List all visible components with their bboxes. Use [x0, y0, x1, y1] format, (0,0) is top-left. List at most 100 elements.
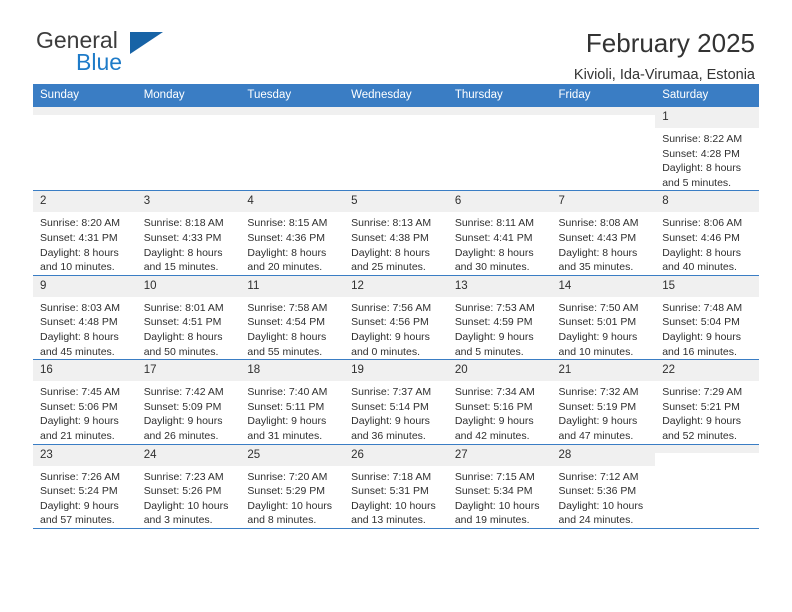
day-details: Sunrise: 7:12 AM Sunset: 5:36 PM Daylight:… — [552, 466, 656, 528]
daylight-text-line2: and 30 minutes. — [454, 261, 530, 274]
calendar-day-cell[interactable]: 4 Sunrise: 8:15 AM Sunset: 4:36 PM Daylight… — [240, 190, 345, 276]
sunset-text: Sunset: 4:59 PM — [454, 316, 533, 329]
day-details: Sunrise: 7:37 AM Sunset: 5:14 PM Daylight:… — [344, 381, 448, 443]
title-block: February 2025 Kivioli, Ida-Virumaa, Esto… — [574, 28, 759, 85]
calendar-day-cell[interactable]: 19 Sunrise: 7:37 AM Sunset: 5:14 PM Dayligh… — [344, 359, 448, 445]
calendar-day-cell[interactable]: 7 Sunrise: 8:08 AM Sunset: 4:43 PM Daylight… — [551, 190, 656, 276]
daylight-text-line2: and 50 minutes. — [143, 345, 219, 358]
daylight-text-line2: and 42 minutes. — [454, 429, 530, 442]
daylight-text-line2: and 26 minutes. — [143, 429, 219, 442]
daylight-text-line2: and 16 minutes. — [662, 345, 737, 358]
sunrise-text: Sunrise: 8:01 AM — [143, 301, 224, 314]
sunset-text: Sunset: 5:29 PM — [247, 485, 326, 498]
day-details: Sunrise: 7:18 AM Sunset: 5:31 PM Daylight:… — [344, 466, 448, 528]
calendar-day-cell[interactable]: 12 Sunrise: 7:56 AM Sunset: 4:56 PM Dayligh… — [344, 275, 448, 361]
day-details: Sunrise: 7:26 AM Sunset: 5:24 PM Daylight:… — [33, 466, 137, 528]
daylight-text-line1: Daylight: 8 hours — [40, 246, 119, 259]
daylight-text-line1: Daylight: 8 hours — [247, 246, 327, 259]
daylight-text-line2: and 52 minutes. — [662, 429, 737, 442]
day-number: 12 — [344, 275, 448, 297]
calendar-cell-empty — [240, 107, 345, 192]
day-number: 17 — [136, 360, 241, 382]
calendar-day-cell[interactable]: 10 Sunrise: 8:01 AM Sunset: 4:51 PM Dayligh… — [136, 275, 241, 361]
weekday-header-saturday: Saturday — [655, 84, 759, 107]
calendar-day-cell[interactable]: 16 Sunrise: 7:45 AM Sunset: 5:06 PM Dayligh… — [33, 359, 137, 445]
day-details: Sunrise: 7:40 AM Sunset: 5:11 PM Daylight:… — [240, 381, 344, 443]
daylight-text-line1: Daylight: 8 hours — [143, 330, 223, 343]
sunset-text: Sunset: 5:06 PM — [40, 400, 118, 413]
calendar-day-cell[interactable]: 27 Sunrise: 7:15 AM Sunset: 5:34 PM Dayligh… — [447, 444, 552, 529]
day-details: Sunrise: 7:50 AM Sunset: 5:01 PM Daylight:… — [552, 297, 656, 359]
sunset-text: Sunset: 5:01 PM — [558, 316, 637, 329]
calendar-day-cell[interactable]: 13 Sunrise: 7:53 AM Sunset: 4:59 PM Dayligh… — [447, 275, 552, 361]
calendar-day-cell[interactable]: 8 Sunrise: 8:06 AM Sunset: 4:46 PM Daylight… — [655, 190, 759, 276]
calendar-day-cell[interactable]: 6 Sunrise: 8:11 AM Sunset: 4:41 PM Daylight… — [447, 190, 552, 276]
calendar-day-cell[interactable]: 24 Sunrise: 7:23 AM Sunset: 5:26 PM Dayligh… — [136, 444, 241, 529]
calendar-day-cell[interactable]: 2 Sunrise: 8:20 AM Sunset: 4:31 PM Daylight… — [33, 190, 137, 276]
calendar-day-cell[interactable]: 21 Sunrise: 7:32 AM Sunset: 5:19 PM Dayligh… — [551, 359, 656, 445]
calendar-day-cell[interactable]: 1 Sunrise: 8:22 AM Sunset: 4:28 PM Daylight… — [655, 107, 759, 192]
daylight-text-line2: and 24 minutes. — [558, 514, 634, 527]
calendar-day-cell[interactable]: 11 Sunrise: 7:58 AM Sunset: 4:54 PM Dayligh… — [240, 275, 345, 361]
sunset-text: Sunset: 5:11 PM — [247, 400, 325, 413]
daylight-text-line2: and 0 minutes. — [351, 345, 420, 358]
day-number: 4 — [240, 191, 345, 213]
daylight-text-line1: Daylight: 8 hours — [143, 246, 223, 259]
daylight-text-line2: and 15 minutes. — [143, 261, 219, 274]
sunrise-text: Sunrise: 7:34 AM — [454, 386, 535, 399]
daylight-text-line1: Daylight: 9 hours — [454, 330, 534, 343]
daylight-text-line1: Daylight: 9 hours — [351, 330, 430, 343]
daylight-text-line1: Daylight: 10 hours — [143, 499, 229, 512]
day-number: 21 — [551, 360, 656, 382]
calendar-header-row: Sunday Monday Tuesday Wednesday Thursday… — [33, 84, 759, 107]
brand-logo[interactable]: General Blue — [33, 28, 266, 74]
sunrise-text: Sunrise: 8:06 AM — [662, 217, 743, 230]
daylight-text-line2: and 13 minutes. — [351, 514, 426, 527]
daylight-text-line2: and 36 minutes. — [351, 429, 426, 442]
calendar-day-cell[interactable]: 23 Sunrise: 7:26 AM Sunset: 5:24 PM Dayligh… — [33, 444, 137, 529]
day-details: Sunrise: 8:18 AM Sunset: 4:33 PM Daylight:… — [137, 212, 241, 274]
sunset-text: Sunset: 5:21 PM — [662, 400, 740, 413]
day-number — [33, 107, 137, 115]
daylight-text-line1: Daylight: 8 hours — [662, 162, 742, 175]
day-number: 16 — [33, 360, 137, 382]
sunset-text: Sunset: 4:56 PM — [351, 316, 429, 329]
calendar-day-cell[interactable]: 22 Sunrise: 7:29 AM Sunset: 5:21 PM Dayligh… — [655, 359, 759, 445]
calendar-day-cell[interactable]: 17 Sunrise: 7:42 AM Sunset: 5:09 PM Dayligh… — [136, 359, 241, 445]
calendar-day-cell[interactable]: 18 Sunrise: 7:40 AM Sunset: 5:11 PM Dayligh… — [240, 359, 345, 445]
sunset-text: Sunset: 5:16 PM — [454, 400, 533, 413]
sunrise-text: Sunrise: 8:11 AM — [454, 217, 534, 230]
sunrise-text: Sunrise: 7:40 AM — [247, 386, 328, 399]
sunset-text: Sunset: 4:46 PM — [662, 231, 740, 244]
day-number: 14 — [551, 275, 656, 297]
sunrise-text: Sunrise: 7:29 AM — [662, 386, 743, 399]
daylight-text-line1: Daylight: 9 hours — [40, 415, 119, 428]
calendar-day-cell[interactable]: 9 Sunrise: 8:03 AM Sunset: 4:48 PM Daylight… — [33, 275, 137, 361]
sunrise-text: Sunrise: 7:42 AM — [143, 386, 224, 399]
calendar-day-cell[interactable]: 14 Sunrise: 7:50 AM Sunset: 5:01 PM Dayligh… — [551, 275, 656, 361]
day-details: Sunrise: 7:45 AM Sunset: 5:06 PM Daylight:… — [33, 381, 137, 443]
daylight-text-line1: Daylight: 9 hours — [351, 415, 430, 428]
day-details: Sunrise: 8:13 AM Sunset: 4:38 PM Daylight:… — [344, 212, 448, 274]
calendar-day-cell[interactable]: 3 Sunrise: 8:18 AM Sunset: 4:33 PM Daylight… — [136, 190, 241, 276]
day-number: 10 — [136, 275, 241, 297]
sunset-text: Sunset: 5:14 PM — [351, 400, 429, 413]
calendar-day-cell[interactable]: 25 Sunrise: 7:20 AM Sunset: 5:29 PM Dayligh… — [240, 444, 345, 529]
sunrise-text: Sunrise: 7:20 AM — [247, 470, 328, 483]
daylight-text-line1: Daylight: 9 hours — [247, 415, 327, 428]
sunrise-text: Sunrise: 7:50 AM — [558, 301, 639, 314]
calendar-day-cell[interactable]: 15 Sunrise: 7:48 AM Sunset: 5:04 PM Dayligh… — [655, 275, 759, 361]
calendar-day-cell[interactable]: 20 Sunrise: 7:34 AM Sunset: 5:16 PM Dayligh… — [447, 359, 552, 445]
calendar-day-cell[interactable]: 28 Sunrise: 7:12 AM Sunset: 5:36 PM Dayligh… — [551, 444, 656, 529]
sunrise-text: Sunrise: 7:23 AM — [143, 470, 224, 483]
day-number — [240, 107, 345, 115]
day-number: 26 — [344, 444, 448, 466]
daylight-text-line2: and 55 minutes. — [247, 345, 323, 358]
sunrise-text: Sunrise: 8:13 AM — [351, 217, 432, 230]
daylight-text-line2: and 5 minutes. — [662, 176, 732, 189]
calendar-day-cell[interactable]: 26 Sunrise: 7:18 AM Sunset: 5:31 PM Dayligh… — [344, 444, 448, 529]
calendar-day-cell[interactable]: 5 Sunrise: 8:13 AM Sunset: 4:38 PM Daylight… — [344, 190, 448, 276]
day-number: 24 — [136, 444, 241, 466]
page-title: February 2025 — [585, 28, 755, 58]
day-details: Sunrise: 7:53 AM Sunset: 4:59 PM Daylight:… — [448, 297, 552, 359]
